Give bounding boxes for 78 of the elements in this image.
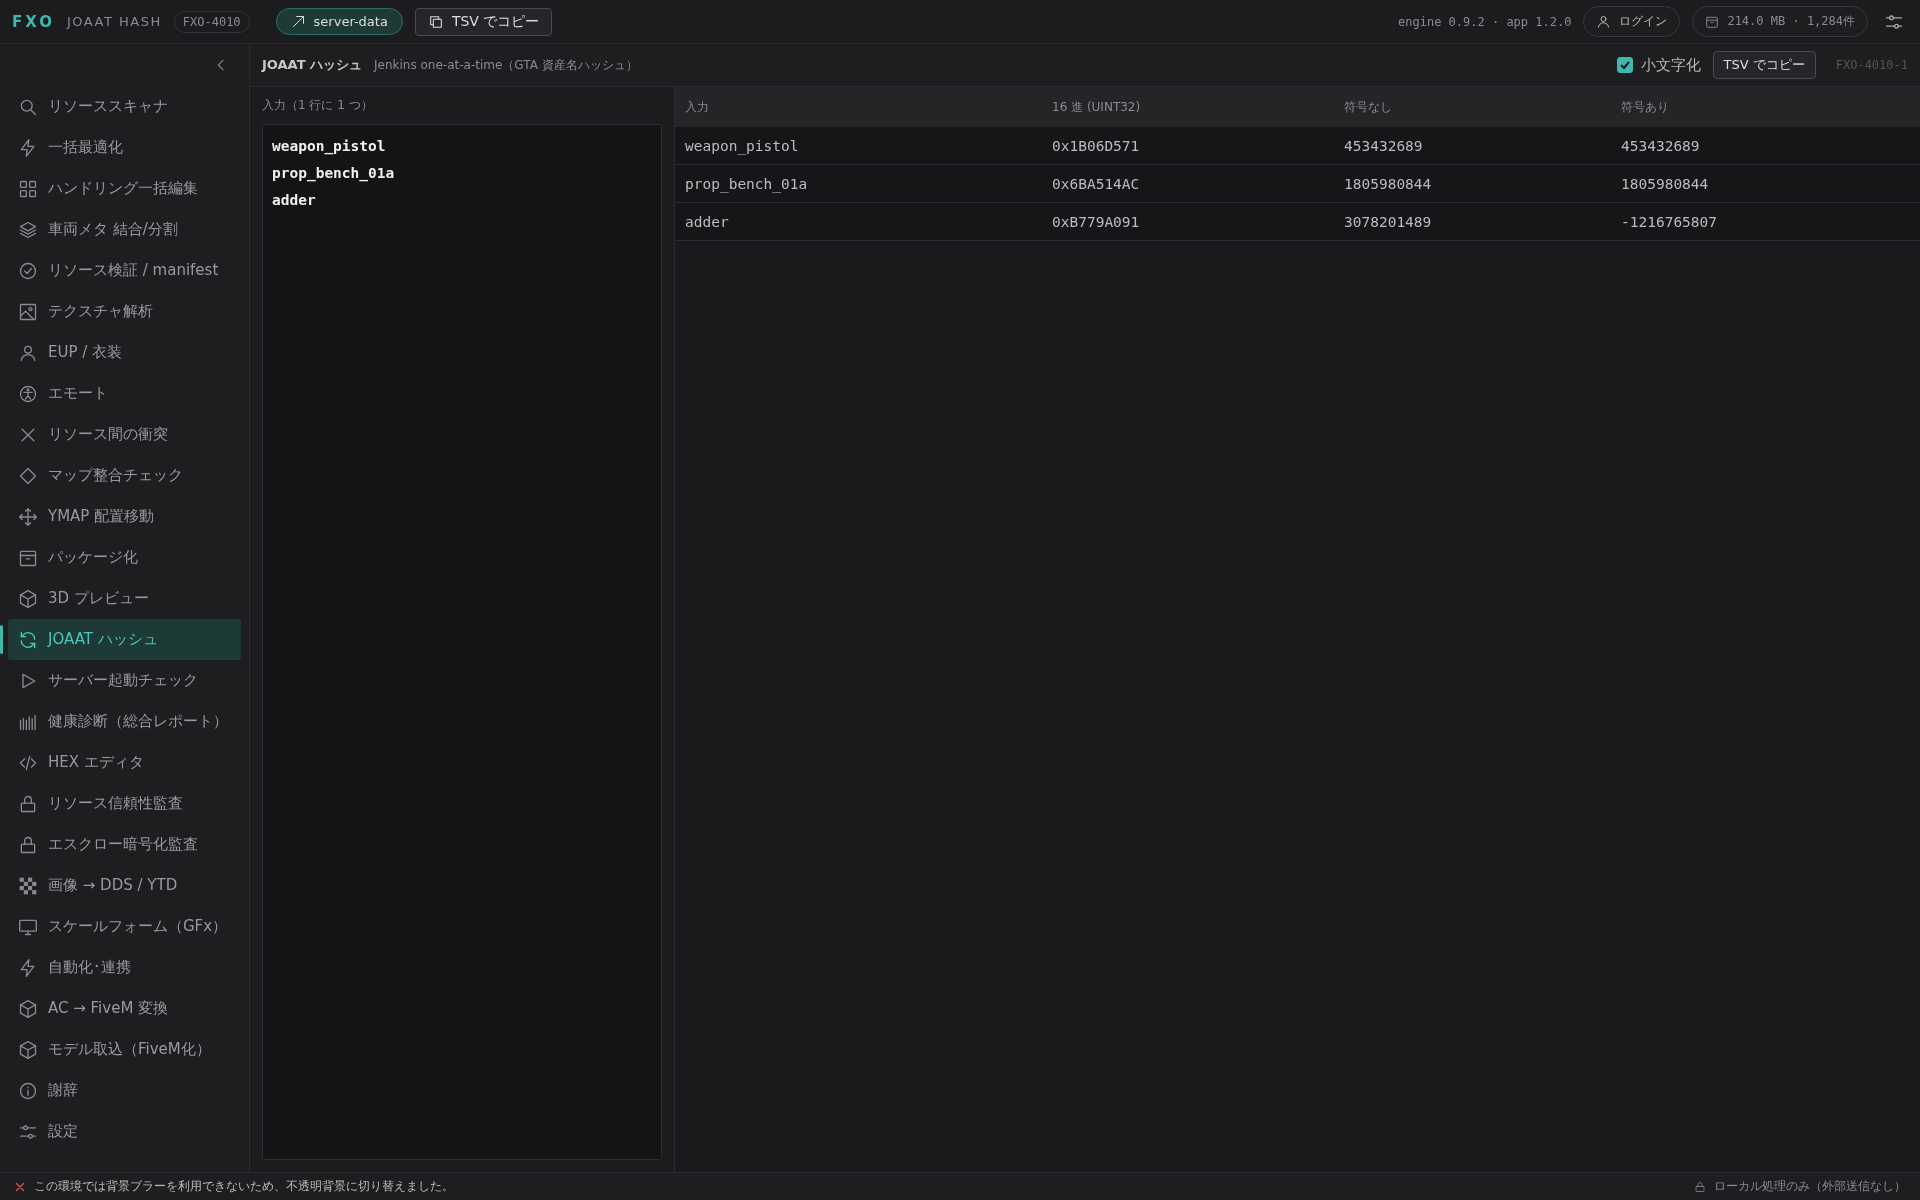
sidebar-item[interactable]: サーバー起動チェック (8, 660, 241, 701)
package-icon (1705, 14, 1720, 29)
privacy-text: ローカル処理のみ（外部送信なし） (1714, 1178, 1906, 1195)
sidebar-item[interactable]: ハンドリング一括編集 (8, 168, 241, 209)
sidebar-item[interactable]: 3D プレビュー (8, 578, 241, 619)
app-logo: FXO (12, 12, 56, 31)
sidebar-item[interactable]: 謝辞 (8, 1070, 241, 1111)
cube-icon (18, 588, 38, 609)
user-icon (1596, 14, 1612, 29)
sidebar-item[interactable]: エモート (8, 373, 241, 414)
table-cell: 1805980844 (1334, 164, 1611, 203)
sidebar-item[interactable]: スケールフォーム（GFx） (8, 906, 241, 947)
sidebar-item[interactable]: テクスチャ解析 (8, 291, 241, 332)
error-icon (14, 1180, 26, 1193)
input-field[interactable]: weapon_pistol prop_bench_01a adder (262, 124, 662, 1160)
table-cell: 0xB779A091 (1042, 202, 1334, 241)
version-text: engine 0.9.2 · app 1.2.0 (1398, 14, 1572, 29)
sidebar-item[interactable]: YMAP 配置移動 (8, 496, 241, 537)
sidebar-item[interactable]: リソース検証 / manifest (8, 250, 241, 291)
copy-tsv-button[interactable]: TSV でコピー (1712, 51, 1816, 79)
app-name: JOAAT HASH (67, 14, 162, 29)
table-cell: weapon_pistol (675, 127, 1042, 165)
server-folder-button[interactable]: server-data (275, 8, 403, 35)
storage-button[interactable]: 214.0 MB · 1,284件 (1692, 6, 1868, 37)
sidebar-item[interactable]: リソーススキャナ (8, 86, 241, 127)
panel-subtitle: Jenkins one-at-a-time（GTA 資産名ハッシュ） (374, 56, 638, 74)
lock-icon (18, 834, 38, 855)
layers-icon (18, 219, 38, 240)
check-circle-icon (18, 260, 38, 281)
status-message: この環境では背景ブラーを利用できないため、不透明背景に切り替えました。 (34, 1178, 454, 1195)
login-button[interactable]: ログイン (1583, 6, 1681, 37)
move-icon (18, 506, 38, 527)
column-header: 入力 (675, 87, 1042, 127)
accessibility-icon (18, 383, 38, 404)
lock-icon (18, 793, 38, 814)
open-external-icon (290, 14, 306, 29)
table-cell: 1805980844 (1611, 164, 1920, 203)
copy-icon (427, 13, 444, 30)
sidebar-item[interactable]: 画像 → DDS / YTD (8, 865, 241, 906)
sidebar-item[interactable]: リソース信頼性監査 (8, 783, 241, 824)
checkbox[interactable] (1616, 57, 1633, 73)
sidebar-item[interactable]: モデル取込（FiveM化） (8, 1029, 241, 1070)
sidebar-item[interactable]: 一括最適化 (8, 127, 241, 168)
table-cell: prop_bench_01a (675, 164, 1042, 203)
cube-icon (18, 1039, 38, 1060)
image-icon (18, 301, 38, 322)
column-header: 符号あり (1611, 87, 1920, 127)
sidebar-item[interactable]: 設定 (8, 1111, 241, 1152)
copy-tsv-button[interactable]: TSV でコピー (414, 7, 553, 36)
table-cell: 3078201489 (1334, 202, 1611, 241)
grid-icon (18, 178, 38, 199)
checkerboard-icon (18, 875, 38, 896)
cube-icon (18, 998, 38, 1019)
input-label: 入力（1 行に 1 つ） (262, 97, 374, 114)
info-icon (18, 1080, 38, 1101)
table-cell: 453432689 (1611, 127, 1920, 165)
table-cell: -1216765807 (1611, 202, 1920, 241)
table-cell: 0x1B06D571 (1042, 127, 1334, 165)
sidebar-item[interactable]: 車両メタ 結合/分割 (8, 209, 241, 250)
sidebar-item[interactable]: リソース間の衝突 (8, 414, 241, 455)
table-cell: adder (675, 202, 1042, 241)
lock-icon (1694, 1180, 1706, 1193)
sidebar-item[interactable]: 自動化･連携 (8, 947, 241, 988)
table-cell: 0x6BA514AC (1042, 164, 1334, 203)
column-header: 16 進 (UINT32) (1042, 87, 1334, 127)
sidebar-item[interactable]: エスクロー暗号化監査 (8, 824, 241, 865)
sidebar-item[interactable]: EUP / 衣装 (8, 332, 241, 373)
sidebar-item[interactable]: パッケージ化 (8, 537, 241, 578)
table-cell: 453432689 (1334, 127, 1611, 165)
diamond-icon (18, 465, 38, 486)
sidebar-item[interactable]: マップ整合チェック (8, 455, 241, 496)
panel-title: JOAAT ハッシュ (262, 56, 363, 74)
refresh-icon (18, 629, 38, 650)
sidebar-item[interactable]: 健康診断（総合レポート） (8, 701, 241, 742)
column-header: 符号なし (1334, 87, 1611, 127)
sidebar-item[interactable]: HEX エディタ (8, 742, 241, 783)
lowercase-checkbox[interactable]: 小文字化 (1616, 55, 1701, 75)
sidebar-item[interactable]: AC → FiveM 変換 (8, 988, 241, 1029)
